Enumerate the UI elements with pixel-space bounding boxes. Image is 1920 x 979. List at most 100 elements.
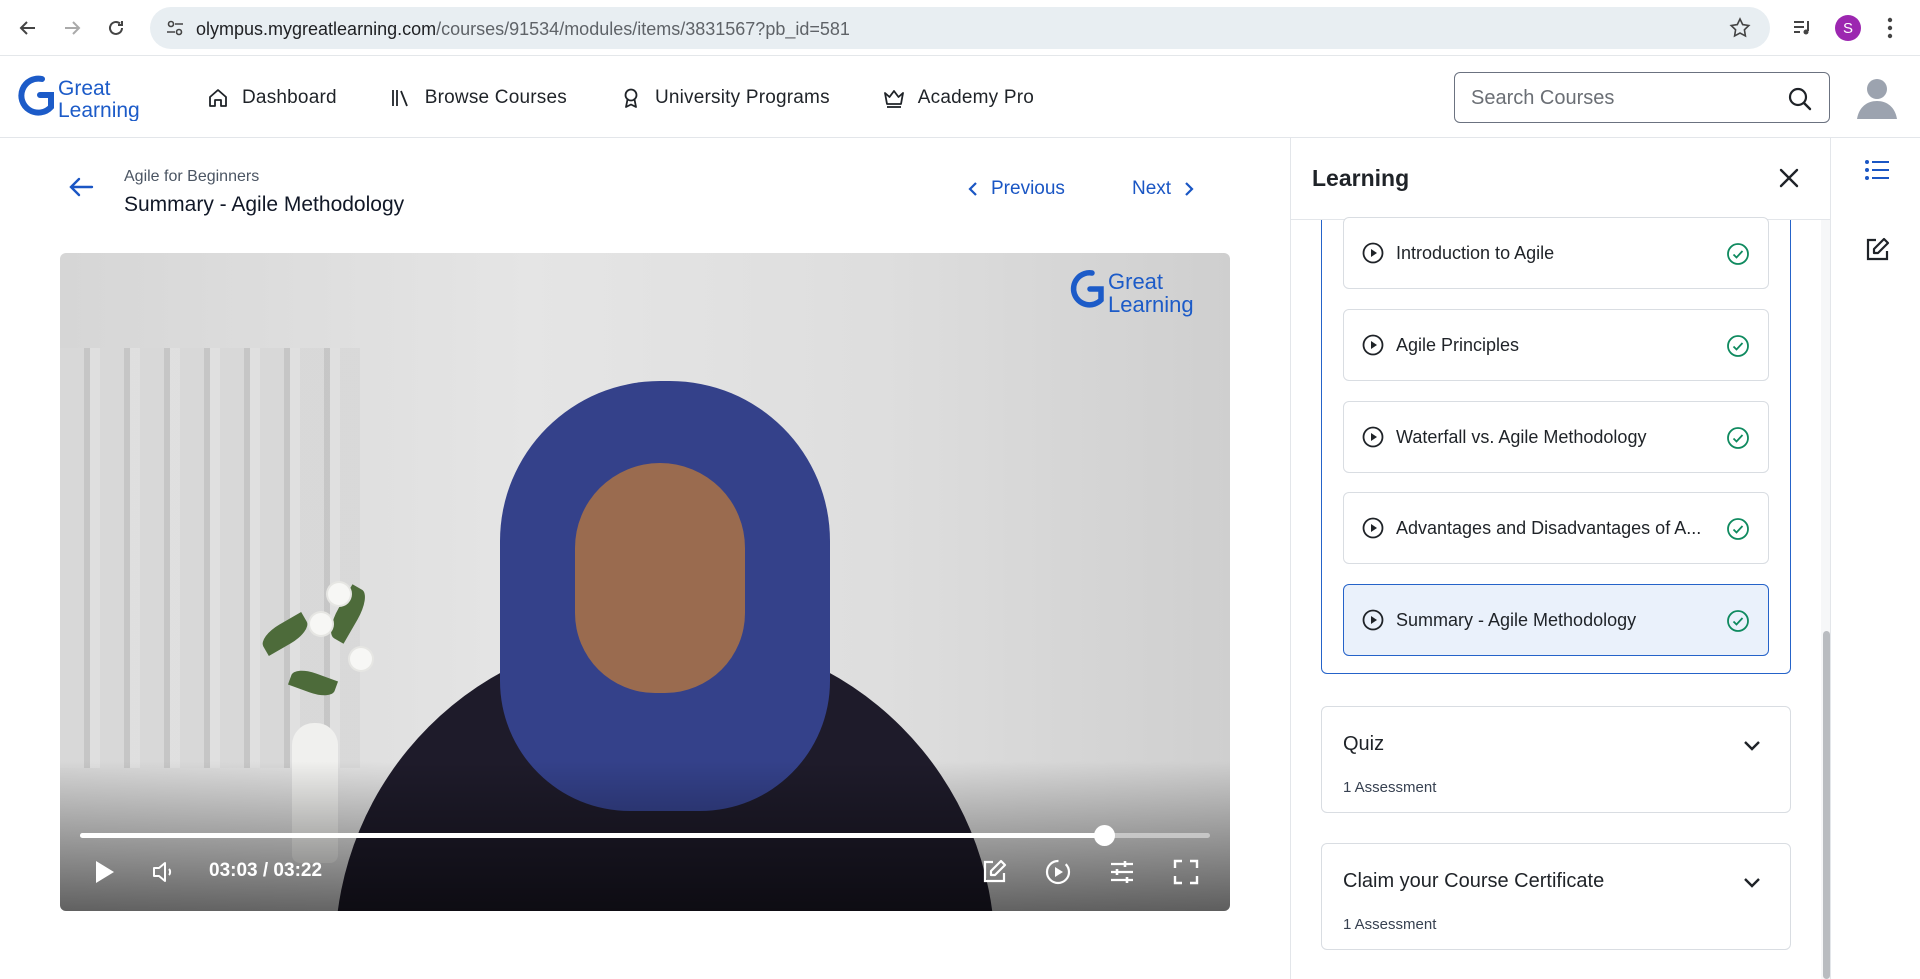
replay-icon — [1045, 859, 1071, 885]
nav-browse-courses[interactable]: Browse Courses — [389, 86, 567, 110]
nav-dashboard[interactable]: Dashboard — [206, 86, 337, 110]
close-icon — [1779, 168, 1799, 188]
chevron-left-icon — [968, 182, 977, 196]
fullscreen-button[interactable] — [1166, 852, 1206, 892]
play-circle-icon — [1362, 609, 1384, 631]
page-title: Summary - Agile Methodology — [124, 193, 405, 216]
previous-label: Previous — [991, 178, 1065, 199]
url-text: olympus.mygreatlearning.com/courses/9153… — [196, 19, 850, 39]
logo-text-line1: Great — [58, 77, 111, 100]
right-rail — [1830, 138, 1920, 979]
profile-avatar[interactable]: S — [1832, 12, 1864, 44]
lesson-item[interactable]: Advantages and Disadvantages of A... — [1343, 492, 1769, 564]
previous-button[interactable]: Previous — [967, 178, 1065, 200]
forward-arrow-icon[interactable] — [56, 12, 88, 44]
completed-check-icon — [1727, 427, 1749, 449]
address-bar[interactable]: olympus.mygreatlearning.com/courses/9153… — [150, 7, 1770, 49]
media-control-icon[interactable] — [1786, 12, 1818, 44]
section-quiz[interactable]: Quiz 1 Assessment — [1321, 706, 1791, 813]
playback-speed-button[interactable] — [1038, 852, 1078, 892]
volume-icon — [153, 862, 172, 882]
back-arrow-icon[interactable] — [68, 176, 98, 202]
great-learning-logo[interactable]: Great Learning — [18, 73, 154, 121]
sliders-icon — [1111, 861, 1133, 883]
play-circle-icon — [1362, 334, 1384, 356]
close-panel-button[interactable] — [1773, 162, 1805, 194]
chevron-right-icon — [1185, 182, 1194, 196]
play-circle-icon — [1362, 426, 1384, 448]
nav-academy-pro[interactable]: Academy Pro — [882, 86, 1034, 110]
browser-toolbar: olympus.mygreatlearning.com/courses/9153… — [0, 0, 1920, 56]
lesson-title: Summary - Agile Methodology — [1396, 610, 1637, 630]
lesson-item[interactable]: Introduction to Agile — [1343, 217, 1769, 289]
nav-university-programs-label: University Programs — [654, 86, 830, 108]
completed-check-icon — [1727, 610, 1749, 632]
settings-button[interactable] — [1102, 852, 1142, 892]
back-arrow-icon[interactable] — [12, 12, 44, 44]
flower — [328, 583, 350, 605]
lesson-title: Waterfall vs. Agile Methodology — [1396, 427, 1647, 447]
site-settings-icon[interactable] — [164, 17, 186, 39]
library-icon — [391, 89, 408, 106]
lesson-title: Introduction to Agile — [1396, 243, 1555, 263]
user-avatar[interactable] — [1853, 73, 1901, 121]
browser-menu-icon[interactable] — [1874, 12, 1906, 44]
edit-note-icon — [983, 859, 1007, 883]
crown-icon — [883, 89, 904, 108]
section-title: Quiz — [1343, 733, 1385, 755]
video-frame-background — [60, 348, 360, 768]
course-breadcrumb[interactable]: Agile for Beginners — [124, 168, 259, 186]
completed-check-icon — [1727, 243, 1749, 265]
video-player[interactable]: Great Learning 03:03 / 03:22 — [60, 253, 1230, 911]
video-progress-fill — [80, 833, 1104, 838]
completed-check-icon — [1727, 335, 1749, 357]
section-subtitle: 1 Assessment — [1343, 916, 1437, 933]
video-progress-handle[interactable] — [1093, 825, 1115, 846]
lesson-item[interactable]: Agile Principles — [1343, 309, 1769, 381]
site-header: Great Learning Dashboard Browse Courses … — [0, 57, 1920, 138]
lesson-title: Advantages and Disadvantages of A... — [1396, 518, 1702, 538]
lesson-item-active[interactable]: Summary - Agile Methodology — [1343, 584, 1769, 656]
logo-text-line2: Learning — [58, 99, 140, 121]
learning-panel-header: Learning — [1291, 138, 1831, 220]
nav-dashboard-label: Dashboard — [242, 86, 337, 108]
learning-panel: Learning Introduction to Agile Agile Pri… — [1290, 138, 1831, 979]
notes-panel-button[interactable] — [1861, 234, 1893, 266]
list-icon — [1865, 160, 1889, 180]
play-circle-icon — [1362, 242, 1384, 264]
volume-button[interactable] — [144, 852, 184, 892]
chevron-down-icon[interactable] — [1740, 870, 1764, 894]
video-watermark-logo: Great Learning — [1070, 269, 1194, 317]
lesson-item[interactable]: Waterfall vs. Agile Methodology — [1343, 401, 1769, 473]
learning-list-button[interactable] — [1861, 154, 1893, 186]
edit-note-icon — [1866, 237, 1890, 261]
notes-button[interactable] — [974, 852, 1014, 892]
next-label: Next — [1132, 178, 1172, 199]
search-icon[interactable] — [1787, 86, 1813, 112]
chevron-down-icon[interactable] — [1740, 733, 1764, 757]
search-input[interactable]: Search Courses — [1454, 72, 1830, 123]
nav-university-programs[interactable]: University Programs — [619, 86, 830, 110]
section-subtitle: 1 Assessment — [1343, 779, 1437, 796]
next-button[interactable]: Next — [1132, 178, 1195, 200]
bookmark-star-icon[interactable] — [1728, 16, 1752, 45]
award-icon — [624, 88, 638, 108]
section-certificate[interactable]: Claim your Course Certificate 1 Assessme… — [1321, 843, 1791, 950]
play-icon — [96, 861, 114, 883]
flower — [350, 648, 372, 670]
learning-panel-title: Learning — [1312, 165, 1410, 191]
lesson-title: Agile Principles — [1396, 335, 1520, 355]
fullscreen-icon — [1173, 859, 1199, 885]
reload-icon[interactable] — [100, 12, 132, 44]
panel-scrollbar-thumb[interactable] — [1823, 631, 1830, 979]
nav-browse-courses-label: Browse Courses — [424, 86, 567, 108]
main-nav: Dashboard Browse Courses University Prog… — [206, 57, 1034, 138]
nav-academy-pro-label: Academy Pro — [917, 86, 1035, 108]
play-button[interactable] — [84, 852, 124, 892]
section-title: Claim your Course Certificate — [1343, 870, 1605, 892]
flower — [310, 613, 332, 635]
video-progress-bar[interactable] — [80, 825, 1210, 846]
watermark-line2: Learning — [1108, 292, 1194, 317]
video-time: 03:03 / 03:22 — [209, 860, 323, 881]
search-placeholder: Search Courses — [1471, 87, 1615, 109]
